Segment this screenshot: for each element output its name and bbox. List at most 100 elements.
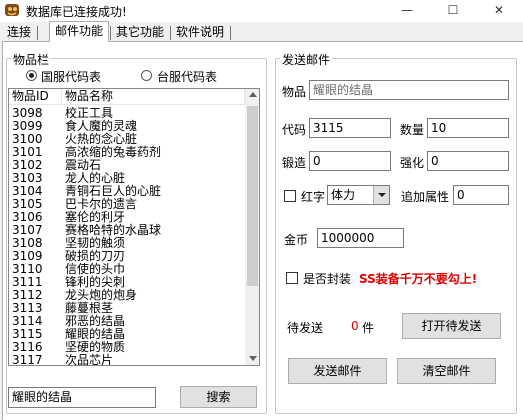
item-id: 3099 xyxy=(12,119,43,133)
radio-tw-code-table[interactable] xyxy=(141,70,152,81)
tab-help[interactable]: 软件说明 xyxy=(172,24,228,41)
forge-label: 锻造 xyxy=(282,156,307,170)
item-label: 物品 xyxy=(282,85,307,99)
search-button[interactable]: 搜索 xyxy=(180,386,257,408)
send-mail-button[interactable]: 发送邮件 xyxy=(288,358,387,384)
close-button[interactable]: ✕ xyxy=(476,0,522,22)
item-id: 3101 xyxy=(12,145,43,159)
item-id: 3104 xyxy=(12,184,43,198)
item-id: 3105 xyxy=(12,197,43,211)
item-name: 耀眼的结晶 xyxy=(65,327,126,341)
item-name: 火热的念心脏 xyxy=(65,132,138,146)
list-item[interactable]: 3099 食人魔的灵魂 xyxy=(9,119,245,133)
maximize-button[interactable]: ☐ xyxy=(430,0,476,22)
item-id: 3098 xyxy=(12,106,43,120)
title-bar: 数据库已连接成功! — ☐ ✕ xyxy=(0,0,523,22)
item-name: 龙头炮的炮身 xyxy=(65,288,138,302)
item-id: 3106 xyxy=(12,210,43,224)
scroll-thumb[interactable] xyxy=(247,106,258,286)
item-id: 3111 xyxy=(12,275,43,289)
item-name: 藤蔓根茎 xyxy=(65,301,114,315)
extra-attr-field[interactable]: 0 xyxy=(453,185,509,205)
item-id: 3110 xyxy=(12,262,43,276)
item-id: 3115 xyxy=(12,327,43,341)
quantity-field[interactable]: 10 xyxy=(427,118,509,138)
item-name: 邪恶的结晶 xyxy=(65,314,126,328)
item-name-field[interactable]: 耀眼的结晶 xyxy=(309,80,509,100)
column-header-name[interactable]: 物品名称 xyxy=(62,89,245,105)
enhance-field[interactable]: 0 xyxy=(427,151,509,171)
red-text-label: 红字 xyxy=(301,190,326,204)
item-id: 3102 xyxy=(12,158,43,172)
column-header-id[interactable]: 物品ID xyxy=(9,89,62,105)
item-name: 龙人的心脏 xyxy=(65,171,126,185)
forge-field[interactable]: 0 xyxy=(309,151,391,171)
list-item[interactable]: 3111 锋利的尖刺 xyxy=(9,275,245,289)
item-name: 坚硬的物质 xyxy=(65,340,126,354)
list-scrollbar[interactable] xyxy=(245,89,259,365)
mail-group-legend: 发送邮件 xyxy=(280,51,333,68)
item-name: 坚韧的触须 xyxy=(65,236,126,250)
chevron-down-icon[interactable] xyxy=(373,186,389,204)
item-name: 塞伦的利牙 xyxy=(65,210,126,224)
radio-cn-code-table[interactable] xyxy=(26,70,37,81)
list-item[interactable]: 3107 赛格哈特的水晶球 xyxy=(9,223,245,237)
code-field[interactable]: 3115 xyxy=(309,118,391,138)
list-item[interactable]: 3117 次品芯片 xyxy=(9,353,245,366)
item-group-legend: 物品栏 xyxy=(11,51,52,68)
window-title: 数据库已连接成功! xyxy=(26,5,127,19)
list-item[interactable]: 3112 龙头炮的炮身 xyxy=(9,288,245,302)
list-item[interactable]: 3102 震动石 xyxy=(9,158,245,172)
pending-count: 0 xyxy=(351,319,359,333)
gold-field[interactable]: 1000000 xyxy=(317,228,404,248)
pending-label: 待发送 xyxy=(287,321,324,335)
item-id: 3108 xyxy=(12,236,43,250)
item-name: 锋利的尖刺 xyxy=(65,275,126,289)
list-item[interactable]: 3115 耀眼的结晶 xyxy=(9,327,245,341)
clear-mail-button[interactable]: 清空邮件 xyxy=(397,358,496,384)
scroll-down-icon[interactable] xyxy=(249,356,257,361)
list-item[interactable]: 3116 坚硬的物质 xyxy=(9,340,245,354)
enhance-label: 强化 xyxy=(400,156,425,170)
stat-select[interactable]: 体力 xyxy=(327,185,390,205)
item-name: 破损的刀刃 xyxy=(65,249,126,263)
list-item[interactable]: 3114 邪恶的结晶 xyxy=(9,314,245,328)
extra-attr-label: 追加属性 xyxy=(401,190,450,204)
item-name: 赛格哈特的水晶球 xyxy=(65,223,162,237)
tab-connect[interactable]: 连接 xyxy=(4,24,34,41)
seal-warning: SS装备千万不要勾上! xyxy=(359,272,478,286)
list-item[interactable]: 3105 巴卡尔的遗言 xyxy=(9,197,245,211)
seal-checkbox[interactable] xyxy=(286,272,298,284)
list-item[interactable]: 3104 青铜石巨人的心脏 xyxy=(9,184,245,198)
item-name: 食人魔的灵魂 xyxy=(65,119,138,133)
scroll-up-icon[interactable] xyxy=(249,92,257,97)
item-id: 3113 xyxy=(12,301,43,315)
list-item[interactable]: 3100 火热的念心脏 xyxy=(9,132,245,146)
item-name: 巴卡尔的遗言 xyxy=(65,197,138,211)
item-id: 3100 xyxy=(12,132,43,146)
tab-mail[interactable]: 邮件功能 xyxy=(49,21,109,42)
pending-unit: 件 xyxy=(362,321,375,335)
item-id: 3117 xyxy=(12,353,43,366)
search-input[interactable]: 耀眼的结晶 xyxy=(8,387,156,408)
item-name: 震动石 xyxy=(65,158,102,172)
minimize-button[interactable]: — xyxy=(384,0,430,22)
list-item[interactable]: 3106 塞伦的利牙 xyxy=(9,210,245,224)
list-item[interactable]: 3109 破损的刀刃 xyxy=(9,249,245,263)
app-icon xyxy=(5,4,19,16)
list-item[interactable]: 3113 藤蔓根茎 xyxy=(9,301,245,315)
list-item[interactable]: 3110 信使的头巾 xyxy=(9,262,245,276)
item-list[interactable]: 物品ID 物品名称 3098 校正工具 3099 食人魔的灵魂 3100 火热的念心脏 31… xyxy=(8,88,260,366)
gold-label: 金币 xyxy=(284,233,309,247)
red-text-checkbox[interactable] xyxy=(284,190,296,202)
quantity-label: 数量 xyxy=(400,123,425,137)
open-pending-button[interactable]: 打开待发送 xyxy=(402,313,501,339)
list-item[interactable]: 3108 坚韧的触须 xyxy=(9,236,245,250)
list-item[interactable]: 3101 高浓缩的兔毒药剂 xyxy=(9,145,245,159)
item-name: 青铜石巨人的心脏 xyxy=(65,184,162,198)
seal-label: 是否封装 xyxy=(303,272,352,286)
list-item[interactable]: 3098 校正工具 xyxy=(9,106,245,120)
list-item[interactable]: 3103 龙人的心脏 xyxy=(9,171,245,185)
tab-other[interactable]: 其它功能 xyxy=(112,24,168,41)
radio-cn-label: 国服代码表 xyxy=(41,70,102,84)
